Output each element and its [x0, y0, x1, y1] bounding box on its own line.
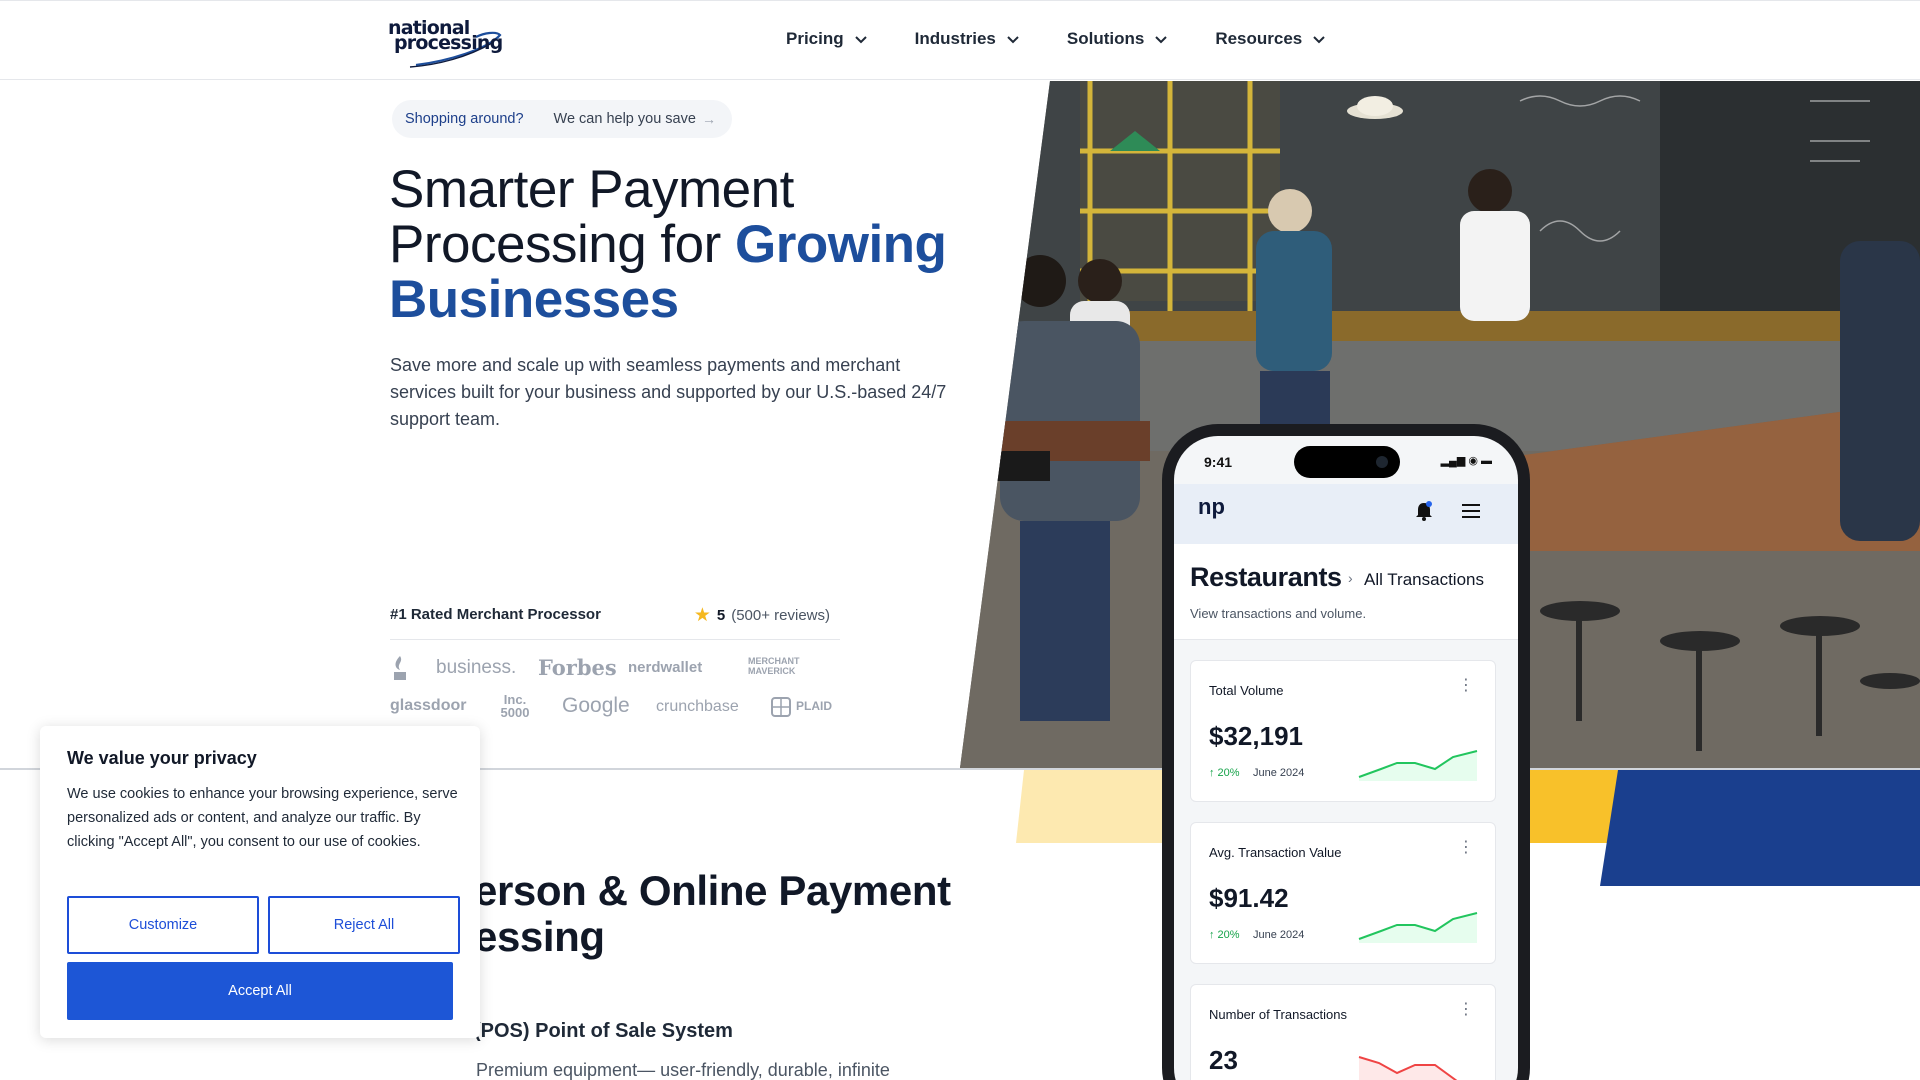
- logo-text-processing: processing: [394, 32, 503, 54]
- chevron-down-icon: [854, 36, 867, 44]
- metric-card-transactions[interactable]: Number of Transactions ⋮ 23: [1190, 984, 1496, 1080]
- nav-item-industries[interactable]: Industries: [915, 29, 1020, 49]
- pos-feature-text: Premium equipment— user-friendly, durabl…: [476, 1060, 890, 1080]
- screen-breadcrumb[interactable]: All Transactions: [1364, 570, 1484, 590]
- rating-label: #1 Rated Merchant Processor: [390, 606, 601, 623]
- cookie-title: We value your privacy: [67, 748, 257, 768]
- savings-pill-link[interactable]: Shopping around? We can help you save →: [392, 100, 732, 138]
- nav-item-label: Solutions: [1066, 29, 1145, 48]
- pill-badge-text: Shopping around?: [405, 111, 524, 127]
- rating-bar: #1 Rated Merchant Processor ★ 5 (500+ re…: [390, 604, 840, 640]
- cookie-consent-dialog: We value your privacy We use cookies to …: [40, 726, 480, 1038]
- status-time: 9:41: [1204, 454, 1233, 470]
- more-vertical-icon[interactable]: ⋮: [1458, 675, 1474, 695]
- phone-screen: 9:41 ▂▄▆ ◉ ▬ np Restaurants › All Transa…: [1174, 436, 1518, 1080]
- bbb-logo: [390, 654, 410, 684]
- decor-stripe-light-yellow: [1016, 770, 1186, 843]
- hamburger-menu-icon[interactable]: [1462, 504, 1480, 522]
- merchant-maverick-logo: MERCHANT MAVERICK: [748, 656, 800, 676]
- hero-subtext: Save more and scale up with seamless pay…: [390, 355, 947, 429]
- google-logo: Google: [562, 694, 630, 717]
- nav-item-resources[interactable]: Resources: [1215, 29, 1326, 49]
- chevron-right-icon: ›: [1348, 570, 1353, 586]
- metric-card-total-volume[interactable]: Total Volume ⋮ $32,191 ↑ 20% June 2024: [1190, 660, 1496, 802]
- star-icon: ★: [693, 605, 711, 626]
- pos-feature-title: (POS) Point of Sale System: [474, 1020, 733, 1042]
- status-signal-battery-icon: ▂▄▆ ◉ ▬: [1440, 455, 1492, 467]
- plaid-grid-icon: [771, 697, 791, 717]
- trend-sparkline-down: [1358, 1056, 1458, 1080]
- phone-mockup: 9:41 ▂▄▆ ◉ ▬ np Restaurants › All Transa…: [1162, 424, 1530, 1080]
- decor-stripe-yellow: [1528, 770, 1618, 843]
- accept-all-button[interactable]: Accept All: [67, 962, 453, 1020]
- glassdoor-logo: glassdoor: [390, 697, 467, 714]
- section-heading-line2: essing: [474, 913, 605, 960]
- trend-sparkline-up: [1358, 750, 1478, 781]
- screen-subtitle: View transactions and volume.: [1190, 606, 1367, 621]
- section-heading: erson & Online Payment essing: [474, 868, 951, 960]
- business-logo: business.: [436, 657, 517, 678]
- nav-item-label: Resources: [1215, 29, 1303, 48]
- pill-cta-text: We can help you save: [553, 111, 696, 127]
- metric-title: Total Volume: [1209, 683, 1284, 698]
- national-processing-logo[interactable]: national processing: [388, 17, 504, 68]
- rating-value: 5: [716, 607, 726, 624]
- nerdwallet-logo: nerdwallet: [628, 659, 703, 676]
- decor-stripe-blue: [1600, 770, 1920, 886]
- metric-value: 23: [1209, 1045, 1238, 1075]
- main-menu: Pricing Industries Solutions Resources: [786, 29, 1373, 49]
- nav-item-label: Pricing: [786, 29, 844, 48]
- chevron-down-icon: [1155, 36, 1168, 44]
- bbb-torch-icon: [394, 656, 406, 680]
- nav-item-label: Industries: [914, 29, 996, 48]
- screen-header: Restaurants › All Transactions View tran…: [1174, 544, 1518, 640]
- more-vertical-icon[interactable]: ⋮: [1458, 837, 1474, 857]
- metric-change: ↑ 20%: [1209, 929, 1240, 941]
- trend-sparkline-up: [1358, 912, 1478, 943]
- chevron-down-icon: [1007, 36, 1019, 44]
- more-vertical-icon[interactable]: ⋮: [1458, 999, 1474, 1019]
- plaid-logo: PLAID: [796, 699, 832, 713]
- metric-title: Avg. Transaction Value: [1209, 845, 1342, 860]
- inc-5000-logo: Inc. 5000: [500, 692, 530, 720]
- np-app-logo: np: [1198, 494, 1225, 519]
- cookie-body: We use cookies to enhance your browsing …: [67, 786, 458, 850]
- hero-headline-plain: Smarter Payment Processing for: [389, 160, 794, 274]
- metric-value: $32,191: [1209, 721, 1303, 751]
- forbes-logo: Forbes: [538, 655, 617, 680]
- arrow-right-icon: →: [701, 111, 716, 127]
- review-count: (500+ reviews): [731, 607, 830, 624]
- metric-title: Number of Transactions: [1209, 1007, 1348, 1022]
- metric-period: June 2024: [1253, 767, 1305, 779]
- top-nav: national processing Pricing Industries S…: [0, 0, 1920, 80]
- bell-icon[interactable]: [1414, 500, 1434, 522]
- section-heading-line1: erson & Online Payment: [474, 867, 951, 914]
- dynamic-island: [1294, 446, 1400, 478]
- hero-headline: Smarter Payment Processing for Growing B…: [389, 162, 1009, 327]
- metric-period: June 2024: [1253, 929, 1305, 941]
- nav-item-solutions[interactable]: Solutions: [1067, 29, 1168, 49]
- reject-all-button[interactable]: Reject All: [268, 896, 460, 954]
- customize-button[interactable]: Customize: [67, 896, 259, 954]
- metric-change: ↑ 20%: [1209, 767, 1240, 779]
- chevron-down-icon: [1313, 36, 1325, 44]
- crunchbase-logo: crunchbase: [656, 698, 739, 715]
- screen-title: Restaurants: [1190, 562, 1342, 592]
- metric-card-avg-transaction[interactable]: Avg. Transaction Value ⋮ $91.42 ↑ 20% Ju…: [1190, 822, 1496, 964]
- rating-score: ★ 5 (500+ reviews): [694, 604, 830, 627]
- nav-item-pricing[interactable]: Pricing: [786, 29, 868, 49]
- metric-value: $91.42: [1209, 883, 1289, 913]
